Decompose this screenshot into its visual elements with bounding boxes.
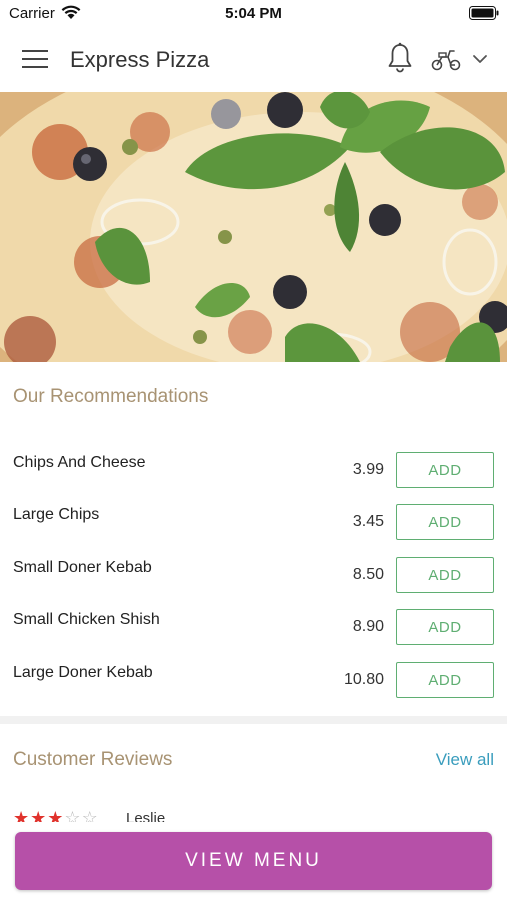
clock: 5:04 PM <box>225 5 282 22</box>
section-divider <box>0 716 507 724</box>
battery-icon <box>469 6 499 20</box>
chevron-down-icon[interactable] <box>472 53 488 65</box>
item-name: Large Chips <box>13 506 100 523</box>
add-button[interactable]: ADD <box>396 609 494 645</box>
item-price: 10.80 <box>343 671 384 688</box>
view-all-link[interactable]: View all <box>436 750 494 770</box>
list-item: Small Chicken Shish 8.90 ADD <box>0 609 507 657</box>
menu-icon[interactable] <box>22 48 48 70</box>
list-item: Large Chips 3.45 ADD <box>0 504 507 552</box>
page-title: Express Pizza <box>70 47 210 72</box>
item-price: 3.45 <box>352 513 384 530</box>
status-bar: Carrier 5:04 PM <box>0 0 507 28</box>
list-item: Small Doner Kebab 8.50 ADD <box>0 557 507 605</box>
pizza-illustration <box>0 92 507 362</box>
hero-pizza-image <box>0 92 507 362</box>
add-button[interactable]: ADD <box>396 557 494 593</box>
reviews-title: Customer Reviews <box>13 749 173 770</box>
bell-icon[interactable] <box>386 42 414 74</box>
app-header: Express Pizza <box>0 28 507 92</box>
add-button[interactable]: ADD <box>396 504 494 540</box>
item-name: Small Doner Kebab <box>13 559 152 576</box>
scooter-icon[interactable] <box>430 48 462 72</box>
item-name: Chips And Cheese <box>13 454 146 471</box>
item-name: Large Doner Kebab <box>13 664 153 681</box>
item-price: 8.90 <box>352 618 384 635</box>
item-price: 3.99 <box>352 461 384 478</box>
item-price: 8.50 <box>352 566 384 583</box>
item-name: Small Chicken Shish <box>13 611 160 628</box>
list-item: Chips And Cheese 3.99 ADD <box>0 452 507 500</box>
add-button[interactable]: ADD <box>396 662 494 698</box>
view-menu-button[interactable]: VIEW MENU <box>15 832 492 890</box>
add-button[interactable]: ADD <box>396 452 494 488</box>
recommendations-title: Our Recommendations <box>13 386 209 407</box>
list-item: Large Doner Kebab 10.80 ADD <box>0 662 507 710</box>
